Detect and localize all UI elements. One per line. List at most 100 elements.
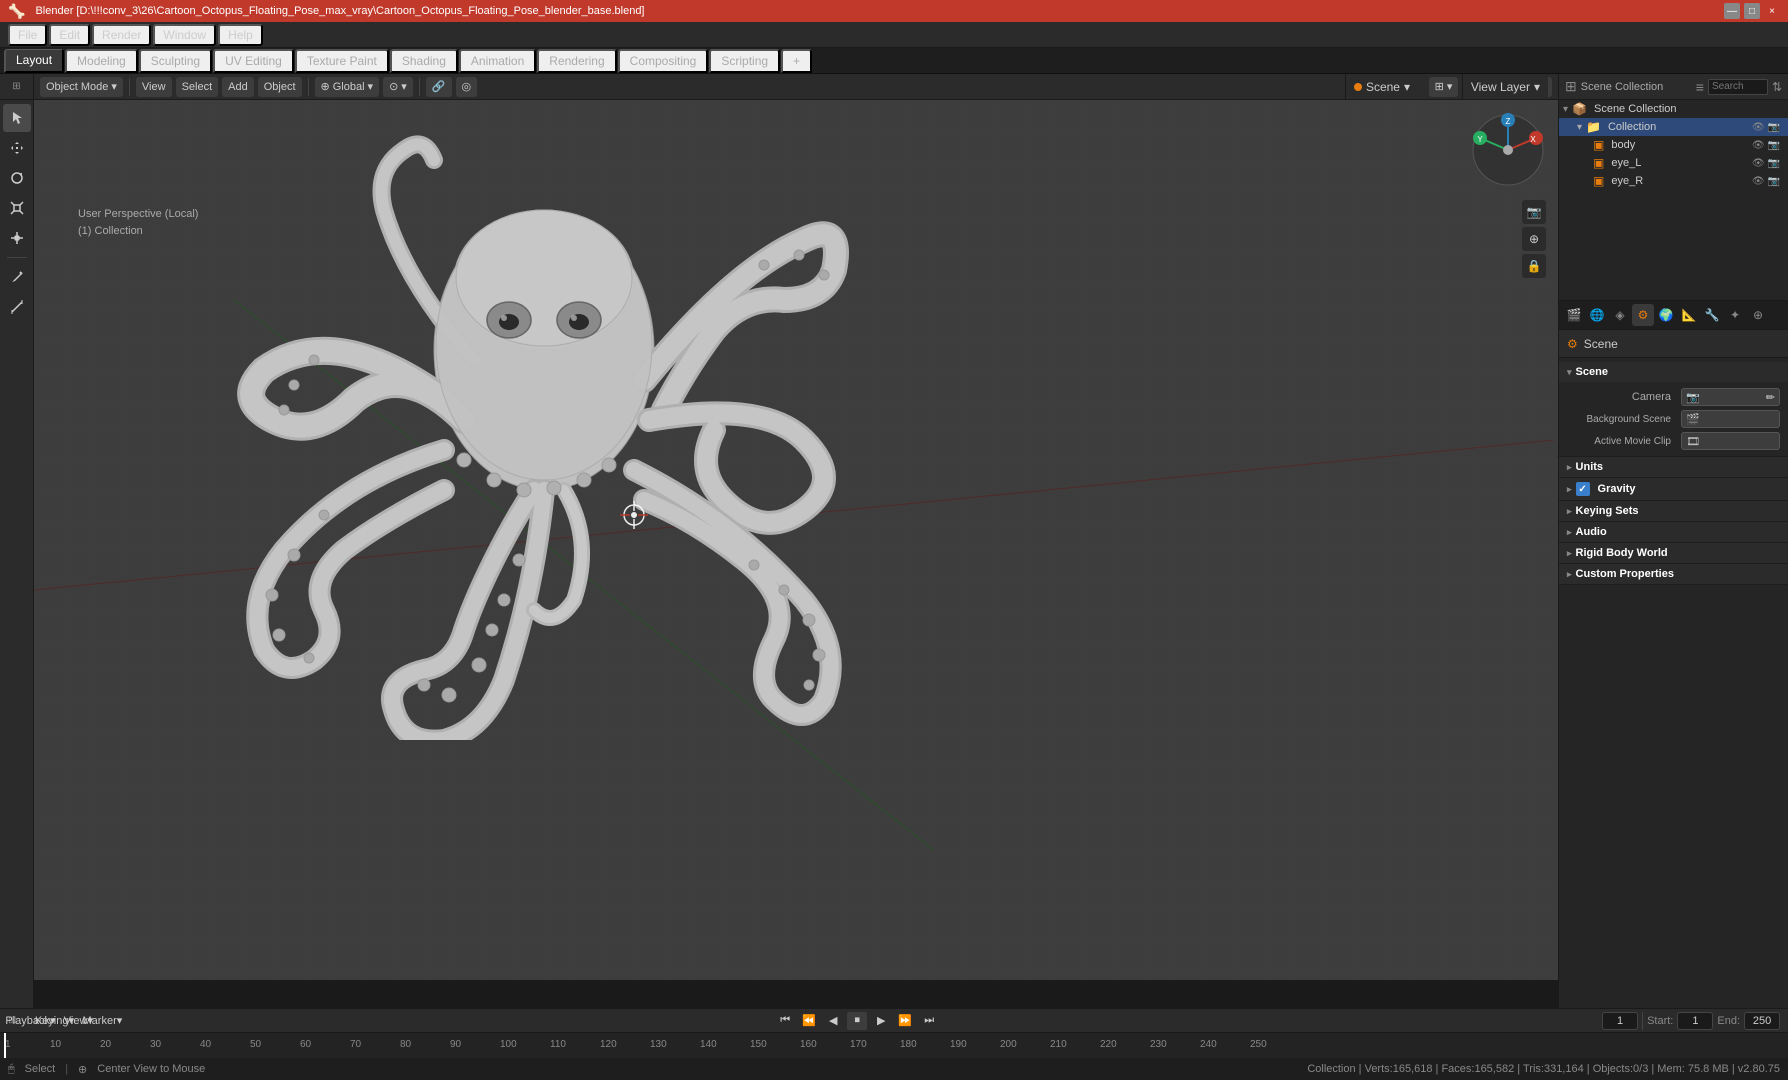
marker-menu[interactable]: Marker ▾	[92, 1012, 112, 1030]
view-menu[interactable]: View	[136, 77, 172, 97]
octopus-container	[34, 100, 1558, 980]
frame-num-190: 190	[950, 1039, 967, 1050]
outliner-item-collection[interactable]: ▾ 📁 Collection 👁 📷	[1559, 118, 1788, 136]
tab-rendering[interactable]: Rendering	[537, 49, 616, 73]
minimize-button[interactable]: —	[1724, 3, 1740, 19]
select-menu[interactable]: Select	[176, 77, 219, 97]
outliner-filter-btn[interactable]: ≡	[1696, 79, 1704, 95]
measure-tool-btn[interactable]	[3, 293, 31, 321]
prop-icon-particles[interactable]: ✦	[1724, 304, 1746, 326]
transform-pivot[interactable]: ⊙ ▾	[383, 77, 413, 97]
menu-file[interactable]: File	[8, 24, 47, 46]
play-reverse-btn[interactable]: ◀	[823, 1012, 843, 1030]
scene-label: Scene	[1366, 80, 1400, 94]
prev-keyframe-btn[interactable]: ⏪	[799, 1012, 819, 1030]
scene-section-header[interactable]: ▾ Scene	[1559, 362, 1788, 382]
outliner-search-input[interactable]	[1708, 79, 1768, 95]
title-bar: 🦴 Blender [D:\!!!conv_3\26\Cartoon_Octop…	[0, 0, 1788, 22]
prop-icon-scene[interactable]: ⚙	[1632, 304, 1654, 326]
tab-scripting[interactable]: Scripting	[709, 49, 780, 73]
prop-icon-physics[interactable]: ⊕	[1747, 304, 1769, 326]
jump-to-start-btn[interactable]: ⏮	[775, 1012, 795, 1030]
start-frame-input[interactable]	[1677, 1012, 1713, 1030]
view-layer-badge[interactable]: View Layer ▾	[1462, 74, 1548, 100]
transform-orientations[interactable]: ⊕ Global ▾	[315, 77, 380, 97]
proportional-edit[interactable]: ◎	[456, 77, 478, 97]
object-menu[interactable]: Object	[258, 77, 302, 97]
viewport-3d[interactable]: User Perspective (Local) (1) Collection …	[34, 100, 1558, 980]
camera-view-btn[interactable]: 📷	[1522, 200, 1546, 224]
audio-collapse-icon: ▸	[1567, 527, 1572, 538]
camera-dropdown[interactable]: 📷 ✏	[1681, 388, 1780, 406]
eye-r-render-icon: 📷	[1768, 176, 1780, 187]
move-tool-btn[interactable]	[3, 134, 31, 162]
custom-properties-header[interactable]: ▸ Custom Properties	[1559, 564, 1788, 584]
timeline-ruler[interactable]: 1 10 20 30 40 50 60 70 80 90 100 110 120…	[0, 1033, 1788, 1059]
bg-scene-dropdown[interactable]: 🎬	[1681, 410, 1780, 428]
object-mode-dropdown[interactable]: Object Mode ▾	[40, 77, 123, 97]
viewport-overlays[interactable]: ⊞ ▾	[1429, 77, 1459, 97]
menu-window[interactable]: Window	[153, 24, 216, 46]
frame-indicator	[4, 1033, 6, 1059]
units-label: Units	[1576, 461, 1604, 473]
keying-menu[interactable]: Keying ▾	[44, 1012, 64, 1030]
jump-to-end-btn[interactable]: ⏭	[919, 1012, 939, 1030]
outliner-item-body[interactable]: ▣ body 👁 📷	[1559, 136, 1788, 154]
bg-scene-row: Background Scene 🎬	[1567, 408, 1780, 430]
current-frame-input[interactable]	[1602, 1012, 1638, 1030]
gravity-section-header[interactable]: ▸ ✓ Gravity	[1559, 478, 1788, 500]
timeline-controls: ⊞ Playback ▾ Keying ▾ View ▾ Marker ▾ ⏮ …	[0, 1009, 1788, 1033]
tab-sculpting[interactable]: Sculpting	[139, 49, 212, 73]
prop-icon-world[interactable]: 🌍	[1655, 304, 1677, 326]
marker-chevron: ▾	[117, 1014, 123, 1027]
title-bar-controls[interactable]: — □ ×	[1724, 3, 1780, 19]
tab-modeling[interactable]: Modeling	[65, 49, 138, 73]
menu-help[interactable]: Help	[218, 24, 263, 46]
next-keyframe-btn[interactable]: ⏩	[895, 1012, 915, 1030]
tab-layout[interactable]: Layout	[4, 49, 64, 73]
rigid-body-section-header[interactable]: ▸ Rigid Body World	[1559, 543, 1788, 563]
focus-btn[interactable]: ⊕	[1522, 227, 1546, 251]
tab-uv-editing[interactable]: UV Editing	[213, 49, 294, 73]
outliner-item-eye-r[interactable]: ▣ eye_R 👁 📷	[1559, 172, 1788, 190]
tab-add[interactable]: +	[781, 49, 812, 73]
eye-r-vis-icon: 👁	[1752, 176, 1765, 187]
snapping-btn[interactable]: 🔗	[426, 77, 452, 97]
play-btn[interactable]: ▶	[871, 1012, 891, 1030]
tab-animation[interactable]: Animation	[459, 49, 536, 73]
viewport-gizmo-container[interactable]: X Y Z	[1468, 110, 1548, 190]
prop-icon-render[interactable]: 🎬	[1563, 304, 1585, 326]
tab-compositing[interactable]: Compositing	[618, 49, 709, 73]
scale-tool-btn[interactable]	[3, 194, 31, 222]
menu-edit[interactable]: Edit	[49, 24, 90, 46]
audio-section-header[interactable]: ▸ Audio	[1559, 522, 1788, 542]
maximize-button[interactable]: □	[1744, 3, 1760, 19]
outliner-item-eye-l[interactable]: ▣ eye_L 👁 📷	[1559, 154, 1788, 172]
prop-icon-output[interactable]: 🌐	[1586, 304, 1608, 326]
end-frame-input[interactable]	[1744, 1012, 1780, 1030]
keying-sets-header[interactable]: ▸ Keying Sets	[1559, 501, 1788, 521]
annotate-tool-btn[interactable]	[3, 263, 31, 291]
prop-icon-view-layer[interactable]: ◈	[1609, 304, 1631, 326]
add-menu[interactable]: Add	[222, 77, 254, 97]
stop-btn[interactable]: ⏹	[847, 1012, 867, 1030]
outliner-sort-btn[interactable]: ⇅	[1772, 80, 1782, 94]
expand-icon-scene-col: ▾	[1563, 104, 1568, 115]
lock-camera-btn[interactable]: 🔒	[1522, 254, 1546, 278]
tab-texture-paint[interactable]: Texture Paint	[295, 49, 389, 73]
tab-shading[interactable]: Shading	[390, 49, 458, 73]
select-tool-btn[interactable]	[3, 104, 31, 132]
movie-clip-dropdown[interactable]: 🎞	[1681, 432, 1780, 450]
gravity-checkbox[interactable]: ✓	[1576, 482, 1590, 496]
units-section-header[interactable]: ▸ Units	[1559, 457, 1788, 477]
prop-icon-modifier[interactable]: 🔧	[1701, 304, 1723, 326]
transform-tool-btn[interactable]	[3, 224, 31, 252]
close-button[interactable]: ×	[1764, 3, 1780, 19]
frame-num-140: 140	[700, 1039, 717, 1050]
scene-badge[interactable]: Scene ▾	[1345, 74, 1418, 100]
rotate-tool-btn[interactable]	[3, 164, 31, 192]
outliner-item-scene-collection[interactable]: ▾ 📦 Scene Collection	[1559, 100, 1788, 118]
prop-icon-object[interactable]: 📐	[1678, 304, 1700, 326]
viewport-header: Object Mode ▾ View Select Add Object ⊕ G…	[34, 74, 1558, 100]
menu-render[interactable]: Render	[92, 24, 151, 46]
